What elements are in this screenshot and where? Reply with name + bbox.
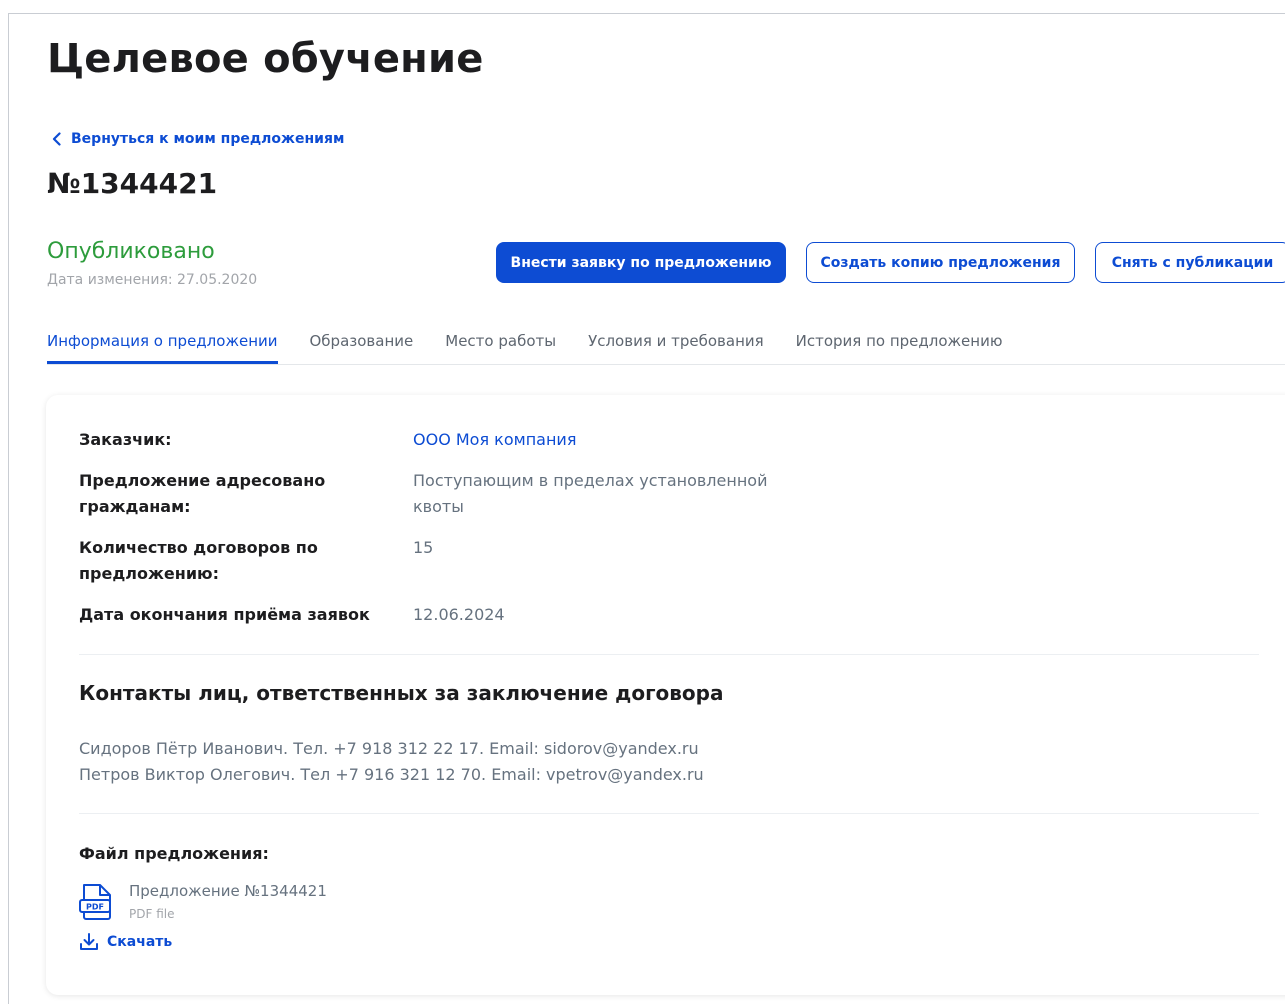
offer-number: №1344421 xyxy=(47,167,218,200)
contracts-label: Количество договоров по предложению: xyxy=(79,538,318,583)
offer-info-card: Заказчик: ООО Моя компания Предложение а… xyxy=(46,395,1285,995)
tab-workplace[interactable]: Место работы xyxy=(445,332,556,364)
download-icon xyxy=(80,933,98,950)
page-title: Целевое обучение xyxy=(47,36,484,82)
back-link-label: Вернуться к моим предложениям xyxy=(71,131,345,147)
status-label: Опубликовано xyxy=(47,239,215,264)
tab-offer-info[interactable]: Информация о предложении xyxy=(47,332,278,364)
contact-line: Сидоров Пётр Иванович. Тел. +7 918 312 2… xyxy=(79,739,699,758)
customer-label: Заказчик: xyxy=(79,430,172,449)
file-name: Предложение №1344421 xyxy=(129,882,327,900)
unpublish-button[interactable]: Снять с публикации xyxy=(1095,242,1285,283)
divider xyxy=(79,654,1259,655)
changed-date: Дата изменения: 27.05.2020 xyxy=(47,272,258,288)
contracts-value: 15 xyxy=(413,538,434,557)
addressed-value: Поступающим в пределах установленной кво… xyxy=(413,471,768,516)
tab-conditions[interactable]: Условия и требования xyxy=(588,332,764,364)
deadline-value: 12.06.2024 xyxy=(413,605,505,624)
tab-education[interactable]: Образование xyxy=(310,332,414,364)
contacts-title: Контакты лиц, ответственных за заключени… xyxy=(79,681,724,705)
contact-line: Петров Виктор Олегович. Тел +7 916 321 1… xyxy=(79,765,704,784)
apply-button[interactable]: Внести заявку по предложению xyxy=(496,242,786,283)
addressed-label: Предложение адресовано гражданам: xyxy=(79,471,326,516)
chevron-left-icon xyxy=(52,132,61,146)
download-link[interactable]: Скачать xyxy=(79,933,172,951)
tab-bar: Информация о предложении Образование Мес… xyxy=(47,332,1285,365)
download-label: Скачать xyxy=(107,934,173,950)
copy-offer-button[interactable]: Создать копию предложения xyxy=(806,242,1075,283)
file-label: Файл предложения: xyxy=(79,844,269,863)
pdf-file-icon: PDF xyxy=(79,884,111,920)
customer-link[interactable]: ООО Моя компания xyxy=(413,427,813,453)
divider xyxy=(79,813,1259,814)
pdf-icon-text: PDF xyxy=(86,903,104,912)
back-link[interactable]: Вернуться к моим предложениям xyxy=(52,131,344,147)
tab-history[interactable]: История по предложению xyxy=(796,332,1003,364)
deadline-label: Дата окончания приёма заявок xyxy=(79,605,370,624)
file-type: PDF file xyxy=(129,907,175,921)
